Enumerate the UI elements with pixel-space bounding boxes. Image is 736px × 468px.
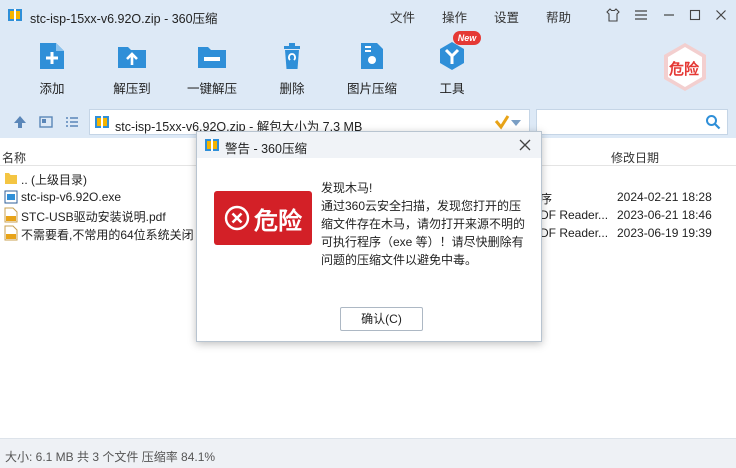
maximize-button[interactable] <box>685 6 705 24</box>
new-badge: New <box>453 31 481 45</box>
details-view-icon[interactable] <box>38 114 54 130</box>
file-type: DF Reader... <box>540 208 609 222</box>
warning-dialog: 警告 - 360压缩 危险 发现木马! 通过360云安全扫描，发现您打开的压 缩… <box>196 131 542 342</box>
file-name: .. (上级目录) <box>21 173 87 187</box>
warning-message: 发现木马! 通过360云安全扫描，发现您打开的压 缩文件存在木马，请勿打开来源不… <box>321 179 533 269</box>
confirm-button[interactable]: 确认(C) <box>340 307 423 331</box>
file-date: 2023-06-19 19:39 <box>617 226 712 240</box>
address-dropdown-icon[interactable] <box>511 120 521 126</box>
zip-app-icon <box>8 9 22 21</box>
extract-to-button[interactable]: 解压到 <box>102 40 162 97</box>
top-bar: stc-isp-15xx-v6.92O.zip - 360压缩 文件 操作 设置… <box>0 0 736 106</box>
danger-badge: 危险 <box>214 191 312 245</box>
status-text: 大小: 6.1 MB 共 3 个文件 压缩率 84.1% <box>5 450 216 464</box>
file-type: DF Reader... <box>540 226 609 240</box>
add-icon <box>36 40 68 72</box>
search-icon[interactable] <box>705 114 721 130</box>
extract-to-label: 解压到 <box>113 82 151 96</box>
file-name: STC-USB驱动安装说明.pdf <box>21 210 166 224</box>
column-name[interactable]: 名称 <box>2 149 26 166</box>
danger-status-label: 危险 <box>669 60 700 78</box>
image-compress-button[interactable]: 图片压缩 <box>342 40 402 97</box>
zip-file-icon <box>95 116 109 128</box>
search-input[interactable] <box>536 109 728 135</box>
column-modified[interactable]: 修改日期 <box>611 149 659 166</box>
file-date: 2023-06-21 18:46 <box>617 208 712 222</box>
message-line: 缩文件存在木马，请勿打开来源不明的 <box>321 217 526 231</box>
tools-button[interactable]: 工具 <box>422 40 482 97</box>
one-click-extract-label: 一键解压 <box>186 82 237 96</box>
delete-icon <box>276 40 308 72</box>
close-window-button[interactable] <box>711 6 731 24</box>
one-click-extract-button[interactable]: 一键解压 <box>182 40 242 97</box>
image-compress-label: 图片压缩 <box>346 82 397 96</box>
dialog-title: 警告 - 360压缩 <box>225 142 307 156</box>
verified-check-icon <box>494 115 510 130</box>
maximize-icon <box>689 9 701 21</box>
list-view-icon[interactable] <box>64 114 80 130</box>
up-arrow-icon[interactable] <box>12 114 28 130</box>
menu-file[interactable]: 文件 <box>390 7 415 26</box>
menu-dropdown-button[interactable] <box>631 6 651 24</box>
add-label: 添加 <box>39 82 65 96</box>
menu-operate[interactable]: 操作 <box>442 7 467 26</box>
minimize-icon <box>664 14 674 16</box>
folder-icon <box>5 173 17 184</box>
message-line: 通过360云安全扫描，发现您打开的压 <box>321 199 522 213</box>
image-compress-icon <box>356 40 388 72</box>
pdf-icon <box>4 225 18 241</box>
add-button[interactable]: 添加 <box>22 40 82 97</box>
tools-label: 工具 <box>439 82 465 96</box>
minimize-button[interactable] <box>659 6 679 24</box>
dialog-close-icon[interactable] <box>517 137 533 153</box>
file-date: 2024-02-21 18:28 <box>617 190 712 204</box>
menu-settings[interactable]: 设置 <box>494 7 519 26</box>
extract-to-icon <box>116 40 148 72</box>
one-click-extract-icon <box>196 40 228 72</box>
window-title: stc-isp-15xx-v6.92O.zip - 360压缩 <box>30 12 218 26</box>
dialog-title-bar: 警告 - 360压缩 <box>197 132 541 158</box>
danger-x-icon <box>224 205 250 231</box>
exe-icon <box>4 190 18 204</box>
shirt-icon <box>606 8 620 22</box>
menu-lines-icon <box>635 10 647 20</box>
skin-button[interactable] <box>603 6 623 24</box>
danger-badge-text: 危险 <box>254 206 302 235</box>
delete-button[interactable]: 删除 <box>262 40 322 97</box>
close-icon <box>716 10 726 20</box>
file-name: stc-isp-v6.92O.exe <box>21 190 122 204</box>
danger-status-icon[interactable]: 危险 <box>660 41 710 93</box>
delete-label: 删除 <box>279 82 305 96</box>
message-line: 可执行程序（exe 等）！请尽快删除有 <box>321 235 524 249</box>
title-bar: stc-isp-15xx-v6.92O.zip - 360压缩 文件 操作 设置… <box>0 0 736 30</box>
zip-app-icon <box>205 139 219 151</box>
menu-help[interactable]: 帮助 <box>546 7 571 26</box>
status-bar: 大小: 6.1 MB 共 3 个文件 压缩率 84.1% <box>0 438 736 468</box>
message-line: 问题的压缩文件以避免中毒。 <box>321 253 478 267</box>
file-name: 不需要看,不常用的64位系统关闭 <box>21 228 194 242</box>
pdf-icon <box>4 207 18 223</box>
message-line: 发现木马! <box>321 181 373 195</box>
